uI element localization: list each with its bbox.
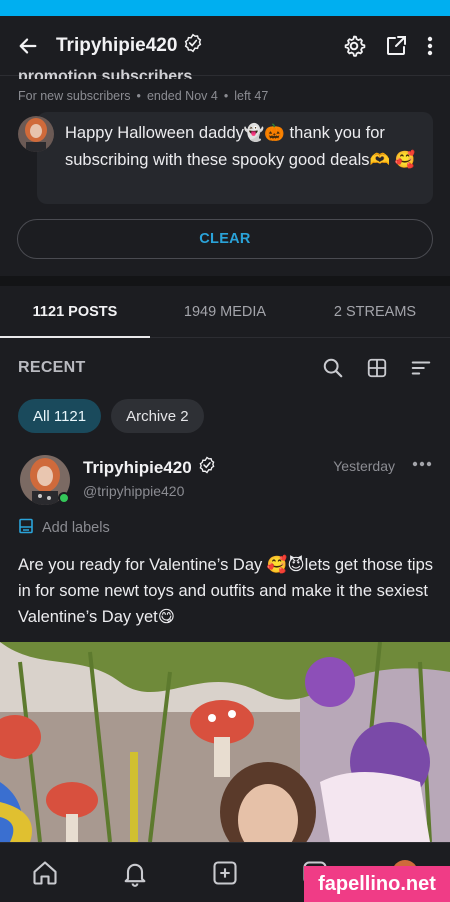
promotion-message-text: Happy Halloween daddy👻🎃 thank you for su… bbox=[65, 124, 416, 169]
more-options-icon[interactable] bbox=[412, 460, 432, 468]
post-author[interactable]: Tripyhipie420 bbox=[83, 456, 216, 479]
label-icon bbox=[18, 518, 34, 538]
recent-header: RECENT bbox=[0, 338, 450, 398]
watermark: fapellino.net bbox=[304, 866, 450, 902]
home-icon[interactable] bbox=[31, 859, 59, 887]
section-divider bbox=[0, 276, 450, 286]
online-status-dot bbox=[58, 492, 70, 504]
share-icon[interactable] bbox=[384, 34, 408, 58]
profile-title: Tripyhipie420 bbox=[56, 33, 203, 59]
post-time: Yesterday bbox=[333, 458, 395, 474]
sort-icon[interactable] bbox=[410, 357, 432, 379]
chip-archive[interactable]: Archive 2 bbox=[111, 399, 204, 433]
post-media-image[interactable] bbox=[0, 642, 450, 842]
chip-all[interactable]: All 1121 bbox=[18, 399, 102, 433]
verified-icon bbox=[198, 456, 216, 479]
promotion-left: left 47 bbox=[234, 89, 269, 103]
status-strip bbox=[0, 0, 450, 16]
promotion-title: promotion subscribers bbox=[18, 68, 193, 79]
grid-view-icon[interactable] bbox=[366, 357, 388, 379]
promotion-section: promotion subscribers For new subscriber… bbox=[0, 68, 450, 276]
content-tabs: 1121 POSTS 1949 MEDIA 2 STREAMS bbox=[0, 286, 450, 338]
gear-icon[interactable] bbox=[342, 34, 366, 58]
bell-icon[interactable] bbox=[121, 859, 149, 887]
avatar bbox=[18, 116, 54, 152]
tab-streams[interactable]: 2 STREAMS bbox=[300, 286, 450, 337]
profile-name: Tripyhipie420 bbox=[56, 34, 178, 56]
post-text: Are you ready for Valentine’s Day 🥰😈lets… bbox=[18, 556, 434, 626]
post-author-name: Tripyhipie420 bbox=[83, 457, 192, 477]
add-labels-button[interactable]: Add labels bbox=[18, 518, 110, 538]
kebab-menu-icon[interactable] bbox=[426, 35, 434, 57]
promotion-audience: For new subscribers bbox=[18, 89, 131, 103]
promotion-ended: ended Nov 4 bbox=[146, 89, 218, 103]
tab-posts[interactable]: 1121 POSTS bbox=[0, 286, 150, 338]
plus-square-icon[interactable] bbox=[211, 859, 239, 887]
post-handle: @tripyhippie420 bbox=[83, 483, 185, 499]
add-labels-text: Add labels bbox=[42, 520, 110, 536]
promotion-message: Happy Halloween daddy👻🎃 thank you for su… bbox=[37, 112, 433, 204]
tab-media[interactable]: 1949 MEDIA bbox=[150, 286, 300, 337]
post-header: Tripyhipie420 @tripyhippie420 Yesterday bbox=[0, 450, 450, 514]
recent-label: RECENT bbox=[18, 359, 86, 376]
clear-button[interactable]: CLEAR bbox=[17, 219, 433, 259]
verified-icon bbox=[183, 33, 203, 59]
search-icon[interactable] bbox=[322, 357, 344, 379]
filter-chips: All 1121 Archive 2 bbox=[18, 399, 204, 433]
promotion-meta: For new subscribers • ended Nov 4 • left 47 bbox=[18, 89, 269, 103]
